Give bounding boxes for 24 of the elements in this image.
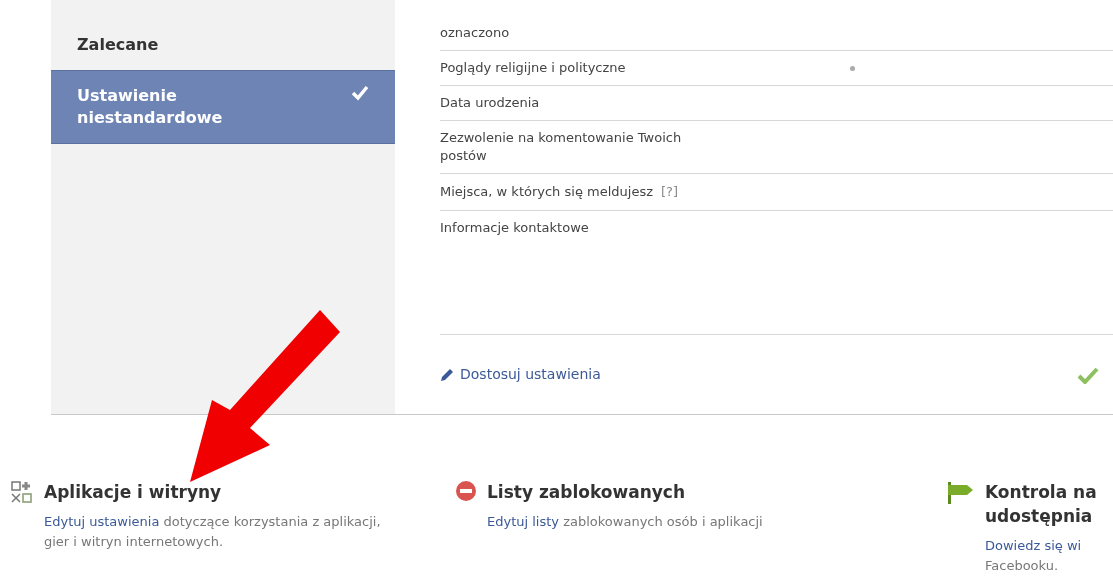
setting-label: Informacje kontaktowe — [440, 218, 590, 237]
pencil-icon — [440, 367, 454, 382]
setting-label: Poglądy religijne i polityczne — [440, 59, 627, 77]
section-description: Edytuj ustawienia dotyczące korzystania z aplikacji, gier i witryn internetowych. — [44, 513, 382, 551]
signpost-icon — [945, 480, 975, 504]
apps-icon — [10, 480, 34, 504]
setting-label: Data urodzenia — [440, 94, 541, 112]
blocked-icon — [455, 480, 477, 502]
section-description: Dowiedz się wi Facebooku. — [985, 537, 1083, 575]
customize-settings-link[interactable]: Dostosuj ustawienia — [440, 364, 601, 385]
check-icon — [351, 85, 369, 101]
setting-label: Zezwolenie na komentowanie Twoich postów — [440, 129, 683, 165]
edit-link[interactable]: Edytuj ustawienia — [44, 514, 160, 529]
setting-label: Miejsca, w których się meldujesz — [440, 182, 653, 201]
setting-label: oznaczono — [440, 24, 511, 42]
section-description: Edytuj listy zablokowanych osób i aplikacji — [487, 513, 763, 531]
edit-link[interactable]: Edytuj listy — [487, 514, 560, 529]
section-title: Listy zablokowanych — [487, 481, 686, 504]
section-title: Kontrola na udostępnia — [985, 481, 1097, 528]
edit-link[interactable]: Dowiedz się wi — [985, 538, 1082, 553]
section-title: Aplikacje i witryny — [44, 481, 223, 504]
sidebar-item[interactable]: Ustawienie niestandardowe — [51, 70, 395, 144]
help-link[interactable]: [?] — [661, 182, 679, 202]
sidebar-item[interactable]: Zalecane — [51, 20, 395, 70]
